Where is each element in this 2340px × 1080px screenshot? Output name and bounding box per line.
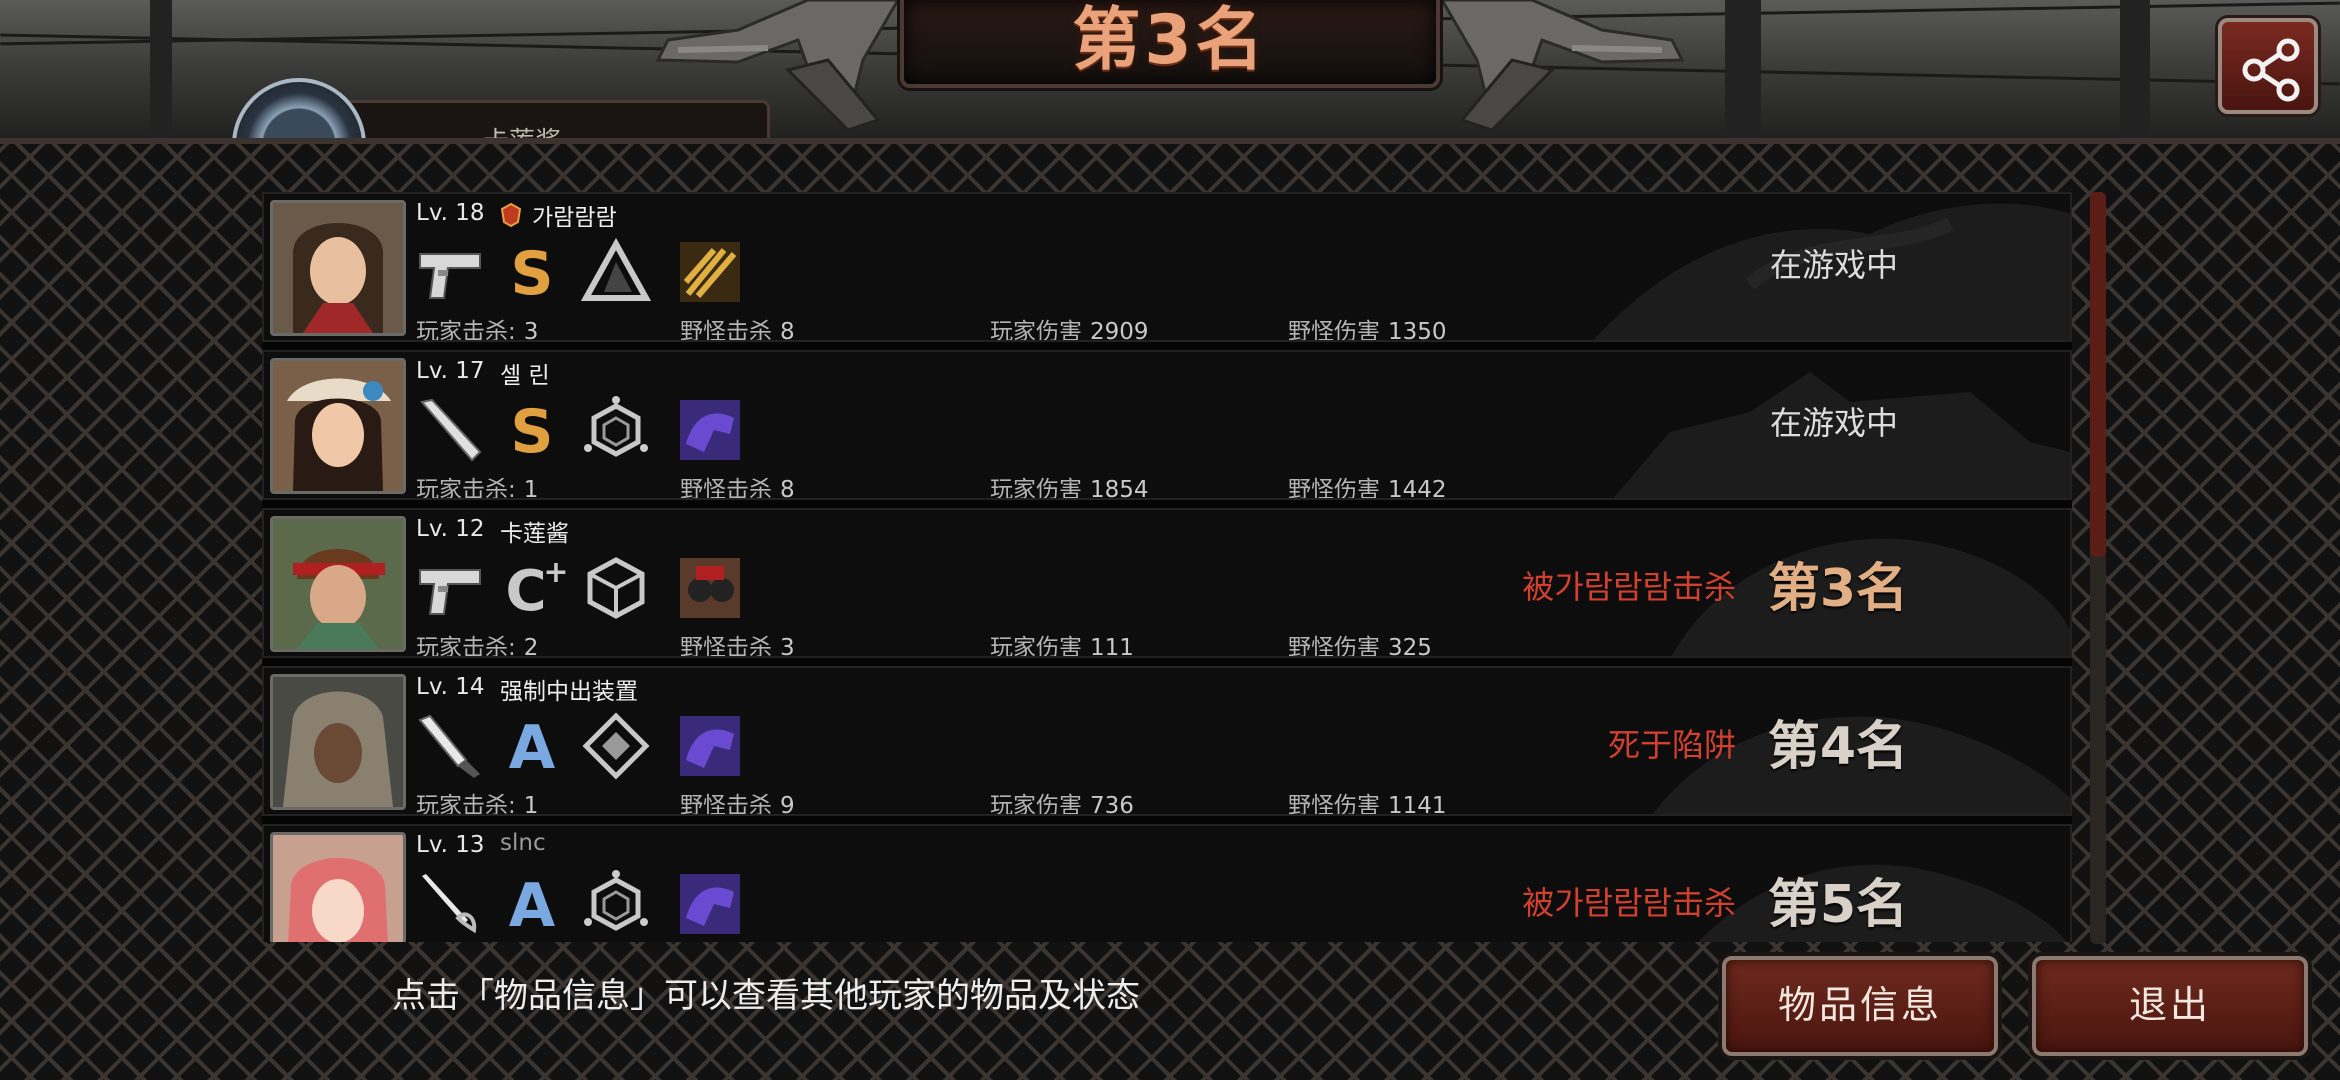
- pistol-icon: [419, 253, 481, 299]
- player-name: 强制中出装置: [500, 679, 638, 705]
- grade-s-icon: S: [510, 397, 553, 466]
- monster-kills-stat: 野怪击杀 9: [680, 793, 795, 816]
- beast-item-icon: [680, 716, 740, 776]
- bat-icon: [420, 398, 482, 462]
- player-rank: 第3名: [1767, 559, 1908, 619]
- monster-damage-stat: 野怪伤害 1141: [1288, 793, 1447, 816]
- player-kills-stat: 玩家击杀: 3: [416, 319, 539, 342]
- player-level: Lv. 14: [416, 674, 485, 700]
- death-cause: 被가람람람击杀: [1522, 568, 1736, 606]
- player-status: 在游戏中: [1769, 404, 1898, 442]
- player-row[interactable]: Lv. 14 强制中出装置 A 玩家击杀: 1 野怪击杀 9 玩家伤害 736 野怪伤…: [262, 666, 2072, 816]
- grade-c-plus-icon: C+: [505, 555, 568, 624]
- exit-button[interactable]: 退出: [2032, 956, 2308, 1056]
- monster-kills-stat: 野怪击杀 3: [680, 635, 795, 658]
- knife-icon: [418, 714, 480, 778]
- player-kills-stat: 玩家击杀: 2: [416, 635, 539, 658]
- list-scrollbar[interactable]: [2090, 192, 2106, 944]
- svg-text:S: S: [510, 239, 553, 308]
- player-result-list[interactable]: Lv. 18 가람람람 S 玩家击杀: 3 野怪击杀 8 玩家伤害 2909 野怪伤害…: [262, 192, 2072, 942]
- player-rank: 第4名: [1767, 717, 1908, 777]
- monster-kills-stat: 野怪击杀 8: [680, 319, 795, 342]
- player-row[interactable]: Lv. 17 셀 린 S 玩家击杀: 1 野怪击杀 8 玩家伤害 1854 野怪伤害 1…: [262, 350, 2072, 500]
- death-cause: 被가람람람击杀: [1522, 884, 1736, 922]
- bullets-item-icon: [680, 242, 740, 302]
- player-level: Lv. 12: [416, 516, 485, 542]
- share-icon: [2242, 38, 2300, 102]
- item-info-hint: 点击「物品信息」可以查看其他玩家的物品及状态: [392, 976, 1140, 1016]
- svg-text:C: C: [505, 559, 546, 624]
- monster-damage-stat: 野怪伤害 325: [1288, 635, 1432, 658]
- player-status: 在游戏中: [1769, 246, 1898, 284]
- hexagon-trait-icon: [584, 870, 648, 931]
- player-name: 가람람람: [532, 205, 617, 231]
- grade-a-icon: A: [509, 871, 556, 940]
- player-avatar[interactable]: [270, 358, 406, 494]
- player-row[interactable]: Lv. 13 slnc A 被가람람람击杀 第5名: [262, 824, 2072, 942]
- cube-trait-icon: [587, 557, 645, 619]
- triangle-trait-icon: [580, 237, 652, 301]
- player-name: slnc: [500, 830, 546, 856]
- item-info-button[interactable]: 物品信息: [1722, 956, 1998, 1056]
- player-row[interactable]: Lv. 12 卡莲酱 C + 玩家击杀: 2 野怪击杀 3 玩家伤害 111 野怪伤害 3…: [262, 508, 2072, 658]
- player-kills-stat: 玩家击杀: 1: [416, 477, 539, 500]
- page-title: 第3名: [1072, 1, 1268, 80]
- monster-damage-stat: 野怪伤害 1442: [1288, 477, 1447, 500]
- rank-title-plate: 第3名: [900, 0, 1440, 88]
- grade-s-icon: S: [510, 239, 553, 308]
- player-row[interactable]: Lv. 18 가람람람 S 玩家击杀: 3 野怪击杀 8 玩家伤害 2909 野怪伤害…: [262, 192, 2072, 342]
- item-info-button-label: 物品信息: [1777, 983, 1942, 1027]
- hexagon-trait-icon: [584, 396, 648, 457]
- player-name: 卡莲酱: [500, 521, 569, 547]
- death-cause: 死于陷阱: [1607, 726, 1736, 764]
- player-damage-stat: 玩家伤害 736: [990, 793, 1134, 816]
- diamond-trait-icon: [582, 712, 650, 780]
- player-name: 셀 린: [500, 363, 550, 389]
- exit-button-label: 退出: [2128, 983, 2211, 1027]
- rapier-icon: [422, 874, 477, 934]
- player-avatar[interactable]: [270, 674, 406, 810]
- scrollbar-thumb[interactable]: [2090, 192, 2106, 557]
- player-level: Lv. 18: [416, 200, 485, 226]
- svg-text:S: S: [510, 397, 553, 466]
- player-avatar[interactable]: [270, 832, 406, 942]
- clan-emblem-icon: [500, 202, 522, 228]
- monster-kills-stat: 野怪击杀 8: [680, 477, 795, 500]
- beast-item-icon: [680, 400, 740, 460]
- pistol-icon: [419, 569, 481, 615]
- beast-item-icon: [680, 874, 740, 934]
- right-guns-ornament-icon: [1442, 0, 1685, 130]
- player-avatar[interactable]: [270, 516, 406, 652]
- svg-text:A: A: [509, 713, 556, 782]
- player-kills-stat: 玩家击杀: 1: [416, 793, 539, 816]
- player-damage-stat: 玩家伤害 2909: [990, 319, 1149, 342]
- binoculars-item-icon: [680, 558, 740, 618]
- player-damage-stat: 玩家伤害 111: [990, 635, 1134, 658]
- player-rank: 第5名: [1767, 875, 1908, 935]
- grade-a-icon: A: [509, 713, 556, 782]
- player-damage-stat: 玩家伤害 1854: [990, 477, 1149, 500]
- monster-damage-stat: 野怪伤害 1350: [1288, 319, 1447, 342]
- player-level: Lv. 17: [416, 358, 485, 384]
- player-level: Lv. 13: [416, 832, 485, 858]
- svg-text:+: +: [543, 555, 568, 590]
- player-avatar[interactable]: [270, 200, 406, 336]
- share-button[interactable]: [2218, 18, 2318, 114]
- svg-text:A: A: [509, 871, 556, 940]
